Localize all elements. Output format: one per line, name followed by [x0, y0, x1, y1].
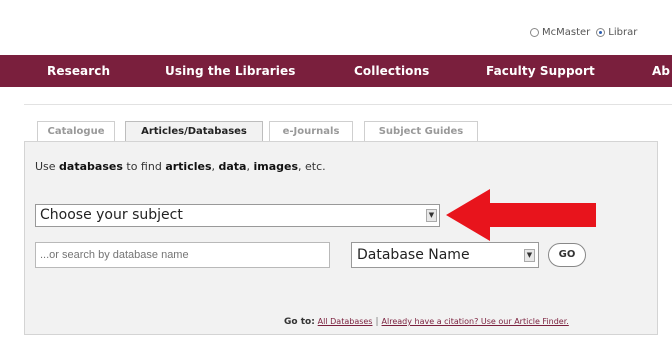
- radio-mcmaster-label[interactable]: McMaster: [542, 27, 590, 38]
- nav-about[interactable]: Ab: [652, 55, 670, 87]
- article-finder-link[interactable]: Already have a citation? Use our Article…: [382, 317, 569, 326]
- nav-using-the-libraries[interactable]: Using the Libraries: [165, 55, 295, 87]
- divider: [24, 104, 672, 105]
- radio-libraries[interactable]: [596, 27, 606, 37]
- tab-articles-databases[interactable]: Articles/Databases: [125, 121, 263, 142]
- tab-catalogue[interactable]: Catalogue: [37, 121, 115, 141]
- subject-select[interactable]: Choose your subject ▼: [35, 204, 440, 227]
- link-separator: |: [375, 317, 379, 327]
- intro-text: Use databases to find articles, data, im…: [35, 160, 326, 173]
- radio-mcmaster[interactable]: [530, 27, 539, 37]
- tab-subject-guides[interactable]: Subject Guides: [364, 121, 478, 141]
- subject-select-value: Choose your subject: [40, 207, 183, 223]
- main-navbar: Research Using the Libraries Collections…: [0, 55, 672, 87]
- search-field-select[interactable]: Database Name ▼: [351, 242, 539, 268]
- nav-collections[interactable]: Collections: [354, 55, 429, 87]
- nav-research[interactable]: Research: [47, 55, 110, 87]
- select-arrow-icon[interactable]: ▼: [426, 209, 437, 222]
- goto-label: Go to:: [284, 317, 315, 327]
- select-arrow-icon[interactable]: ▼: [524, 249, 535, 262]
- search-field-value: Database Name: [357, 247, 470, 263]
- database-name-input[interactable]: [35, 242, 330, 268]
- all-databases-link[interactable]: All Databases: [318, 317, 373, 326]
- tab-e-journals[interactable]: e-Journals: [269, 121, 353, 141]
- red-arrow-icon: [446, 189, 596, 241]
- nav-faculty-support[interactable]: Faculty Support: [486, 55, 595, 87]
- radio-libraries-label[interactable]: Librar: [608, 27, 637, 38]
- scope-selector: McMaster Librar: [530, 24, 672, 40]
- go-button[interactable]: GO: [548, 243, 586, 267]
- goto-links: Go to: All Databases | Already have a cita…: [284, 317, 569, 327]
